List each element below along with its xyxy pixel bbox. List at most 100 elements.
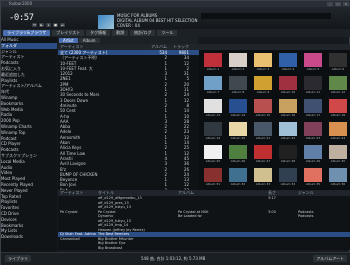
app-window: foobar2000 _ □ × -0:57 ⏮ ▶ ⏸ ■ ⏭ MUSIC FOR ALB… (0, 0, 350, 265)
album-art-button[interactable]: アルバムアート (313, 255, 347, 262)
album-tile[interactable]: Album 1 (202, 52, 224, 74)
album-caption: Album 9 (256, 90, 270, 94)
album-tile[interactable]: Album 17 (302, 98, 324, 120)
album-caption: Album 8 (231, 90, 245, 94)
album-tile[interactable]: Album 15 (252, 98, 274, 120)
album-caption: Album 25 (205, 159, 221, 163)
album-cover (254, 145, 272, 159)
album-tile[interactable]: Album 33 (252, 167, 274, 189)
album-tile[interactable]: Album 36 (327, 167, 349, 189)
album-tile[interactable]: Album 24 (327, 121, 349, 143)
album-tile[interactable]: Album 9 (252, 75, 274, 97)
now-playing-info: MUSIC FOR ALBUMS DIGITAL ALBUM 04 BEST H… (117, 13, 197, 28)
album-caption: Album 26 (230, 159, 246, 163)
album-tile[interactable]: Album 5 (302, 52, 324, 74)
status-text: 548 曲, 合計 1:03:12, 約 5.73 MB (141, 256, 206, 261)
menu-tab[interactable]: 統計/ログ (130, 30, 156, 36)
album-tile[interactable]: Album 7 (202, 75, 224, 97)
album-tile[interactable]: Album 4 (277, 52, 299, 74)
view-tab[interactable]: Album (78, 38, 100, 43)
album-caption: Album 15 (255, 113, 271, 117)
album-tile[interactable]: Album 6 (327, 52, 349, 74)
album-cover (229, 76, 247, 90)
album-tile[interactable]: Album 8 (227, 75, 249, 97)
album-cover (304, 99, 322, 113)
album-cover (279, 76, 297, 90)
album-tile[interactable]: Album 16 (277, 98, 299, 120)
menu-tab[interactable]: ライブラリ&ブラウザ (3, 30, 51, 36)
album-cover (204, 76, 222, 90)
album-tile[interactable]: Album 34 (277, 167, 299, 189)
album-caption: Album 3 (256, 67, 270, 71)
album-cover (229, 53, 247, 67)
album-tile[interactable]: Album 22 (277, 121, 299, 143)
album-tile[interactable]: Album 23 (302, 121, 324, 143)
album-tile[interactable]: Album 12 (327, 75, 349, 97)
track-cell (178, 246, 268, 251)
album-cover (329, 122, 347, 136)
time-display[interactable]: -0:57 (9, 13, 34, 23)
close-button[interactable]: × (343, 2, 349, 6)
album-caption: Album 18 (330, 113, 346, 117)
track-cell: Big Broadcast (98, 245, 123, 250)
album-tile[interactable]: Album 20 (227, 121, 249, 143)
minimize-button[interactable]: _ (327, 2, 333, 6)
album-tile[interactable]: Album 26 (227, 144, 249, 166)
album-cover (229, 145, 247, 159)
album-caption: Album 10 (280, 90, 296, 94)
album-caption: Album 33 (255, 182, 271, 186)
maximize-button[interactable]: □ (335, 2, 341, 6)
album-caption: Album 24 (330, 136, 346, 140)
album-tile[interactable]: Album 14 (227, 98, 249, 120)
artist-pane: アーティスト アルバム トラック 全て (2300 アーティスト) 534 9801… (58, 44, 199, 190)
next-button[interactable]: ⏭ (60, 23, 65, 27)
album-tile[interactable]: Album 21 (252, 121, 274, 143)
album-cover (279, 122, 297, 136)
view-tabs: Artist Album (58, 37, 198, 44)
album-cover (329, 168, 347, 182)
prev-button[interactable]: ⏮ (32, 23, 37, 27)
album-caption: Album 1 (206, 67, 220, 71)
album-tile[interactable]: Album 2 (227, 52, 249, 74)
album-cover (204, 168, 222, 182)
album-caption: Album 30 (330, 159, 346, 163)
stop-button[interactable]: ■ (53, 23, 58, 27)
play-button[interactable]: ▶ (39, 23, 44, 27)
track-row[interactable]: Big Broadcast (58, 246, 350, 251)
album-tile[interactable]: Album 32 (227, 167, 249, 189)
album-caption: Album 5 (306, 67, 320, 71)
album-tile[interactable]: Album 3 (252, 52, 274, 74)
album-cover (329, 145, 347, 159)
album-caption: Album 4 (281, 67, 295, 71)
view-tab[interactable]: Artist (59, 38, 78, 43)
tree-item[interactable]: Downloads (1, 234, 57, 240)
album-tile[interactable]: Album 29 (302, 144, 324, 166)
menu-tab[interactable]: ツール (157, 30, 178, 36)
menu-tab[interactable]: タグ情報 (86, 30, 111, 36)
album-tile[interactable]: Album 13 (202, 98, 224, 120)
album-cover (329, 99, 347, 113)
album-cover (304, 145, 322, 159)
library-button[interactable]: ライブラリ (5, 255, 31, 262)
menu-tab[interactable]: プレイリスト (52, 30, 85, 36)
album-tile[interactable]: Album 30 (327, 144, 349, 166)
album-tile[interactable]: Album 35 (302, 167, 324, 189)
album-tile[interactable]: Album 10 (277, 75, 299, 97)
album-tile[interactable]: Album 31 (202, 167, 224, 189)
album-tile[interactable]: Album 18 (327, 98, 349, 120)
album-caption: Album 13 (205, 113, 221, 117)
album-tile[interactable]: Album 28 (277, 144, 299, 166)
pause-button[interactable]: ⏸ (46, 23, 51, 27)
album-tile[interactable]: Album 19 (202, 121, 224, 143)
album-cover (329, 53, 347, 67)
album-cover (254, 53, 272, 67)
album-caption: Album 17 (305, 113, 321, 117)
main-menu-tabs: ライブラリ&ブラウザ プレイリスト タグ情報 歌詞 統計/ログ ツール (1, 29, 350, 37)
visualizer (201, 13, 331, 19)
track-cell (298, 246, 348, 251)
album-tile[interactable]: Album 25 (202, 144, 224, 166)
menu-tab[interactable]: 歌詞 (112, 30, 129, 36)
album-tile[interactable]: Album 27 (252, 144, 274, 166)
window-title: foobar2000 (9, 1, 33, 6)
album-tile[interactable]: Album 11 (302, 75, 324, 97)
